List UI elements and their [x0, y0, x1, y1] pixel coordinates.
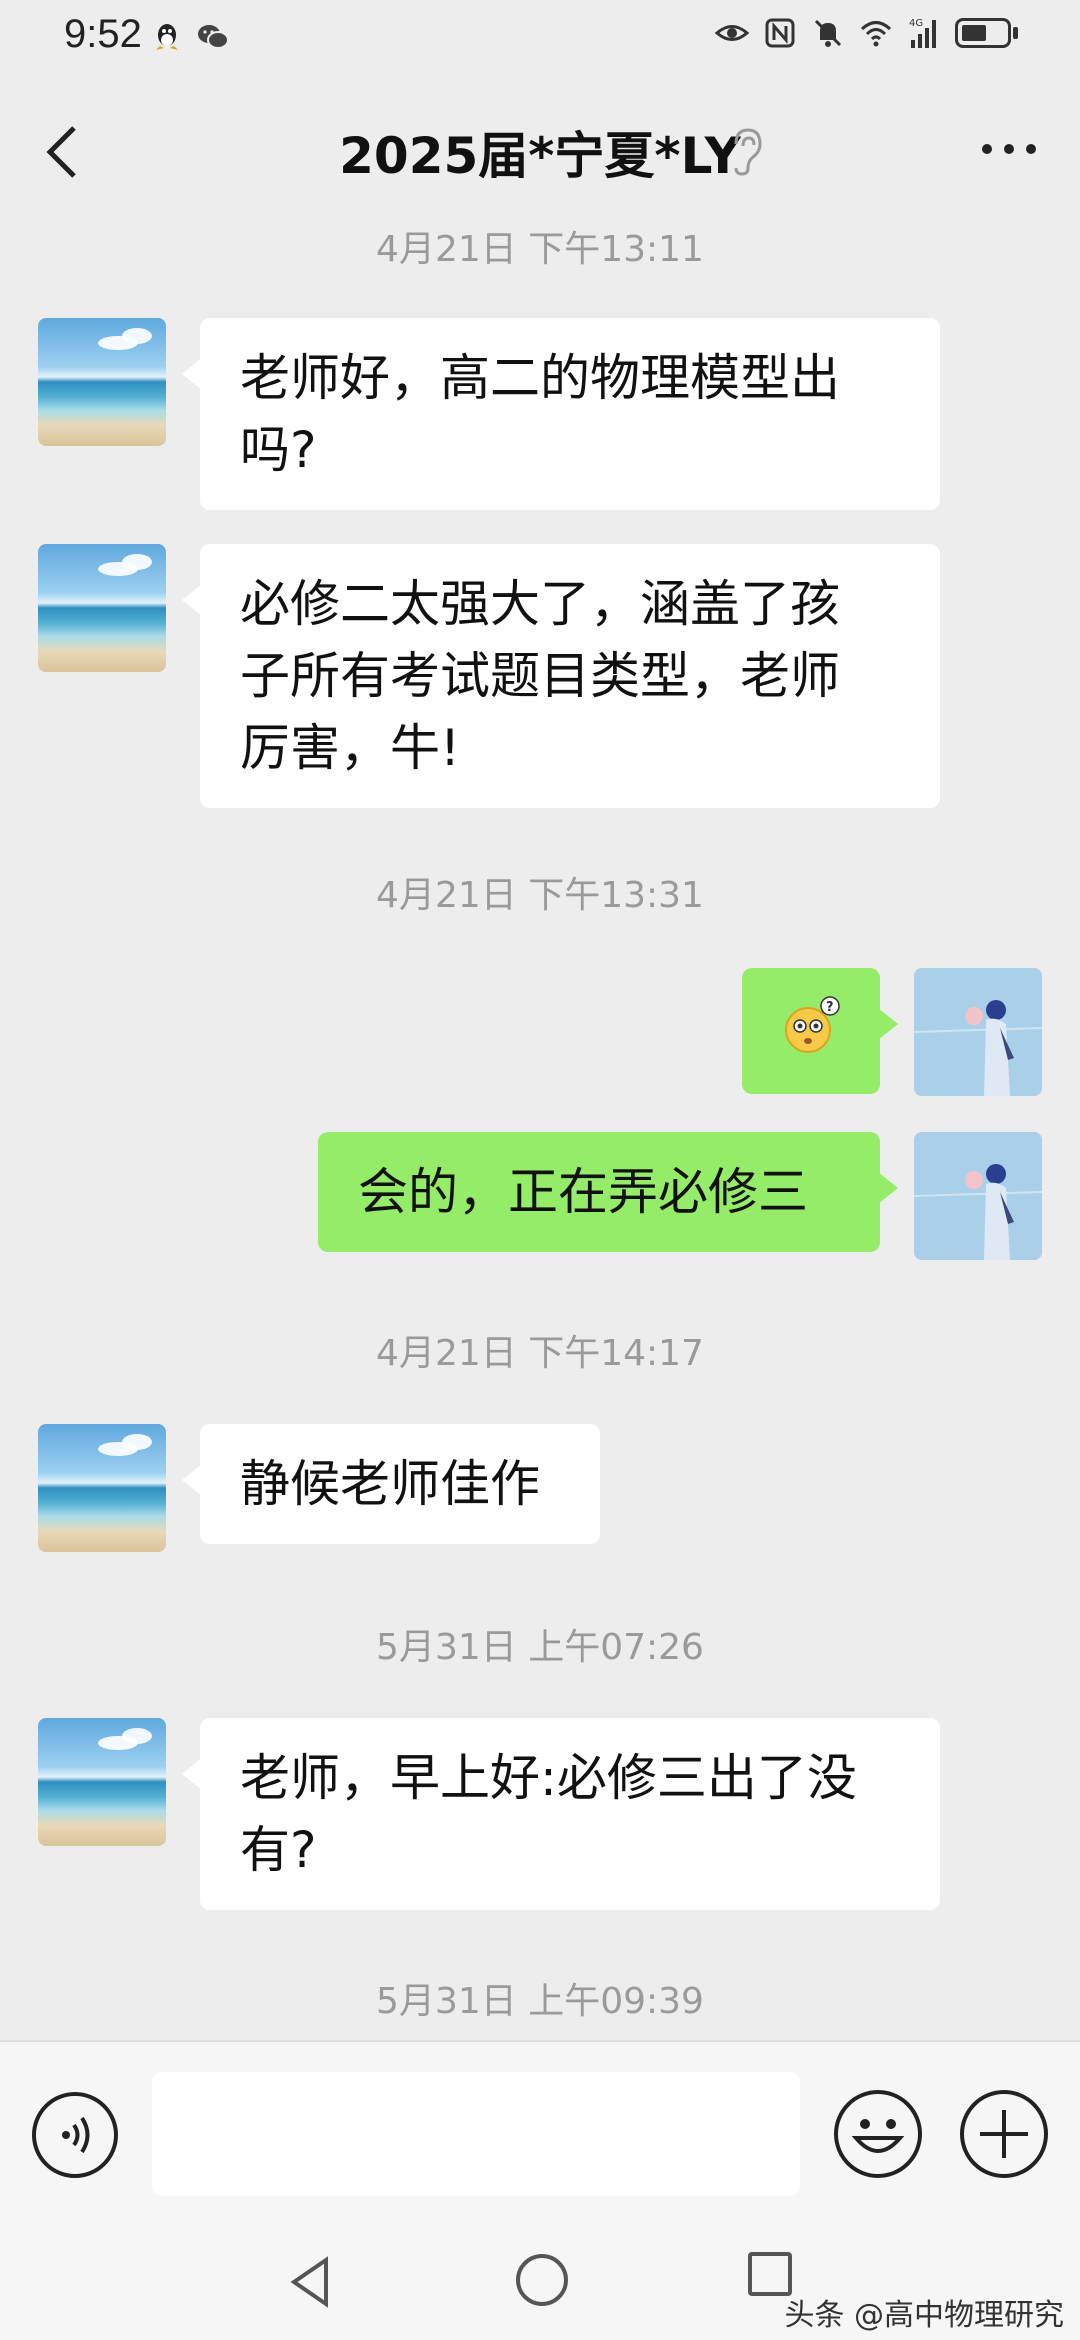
message-bubble-sent[interactable]: ? — [742, 968, 898, 1094]
plus-icon — [980, 2110, 1028, 2158]
more-options-icon[interactable] — [978, 134, 1040, 164]
message-bubble-received[interactable]: 老师，早上好:必修三出了没 有? — [182, 1718, 940, 1910]
smiley-icon — [851, 2119, 905, 2153]
signal-icon: 4G — [909, 18, 936, 48]
message-text: 静候老师佳作 — [240, 1455, 540, 1513]
message-line: 必修二太强大了，涵盖了孩 — [240, 575, 840, 633]
nav-home-icon[interactable] — [516, 2254, 568, 2306]
voice-input-button[interactable] — [32, 2092, 118, 2178]
contact-avatar[interactable] — [38, 1718, 166, 1846]
status-time: 9:52 — [64, 12, 142, 56]
input-bar — [0, 2040, 1080, 2220]
ear-icon — [734, 128, 762, 176]
girl-photo-icon — [914, 968, 1042, 1096]
self-avatar[interactable] — [914, 968, 1042, 1096]
contact-avatar[interactable] — [38, 318, 166, 446]
watermark: 头条 @高中物理研究 — [784, 2298, 1064, 2333]
timestamp: 5月31日 上午09:39 — [376, 1981, 704, 2022]
title-bar: 2025届*宁夏*LY — [0, 72, 1080, 228]
status-left-icons — [150, 20, 230, 54]
chat-area[interactable]: 4月21日 下午13:11 老师好，高二的物理模型出 吗? 必修二太强大了，涵盖… — [0, 228, 1080, 2038]
more-functions-button[interactable] — [960, 2090, 1048, 2178]
message-input[interactable] — [152, 2072, 800, 2196]
message-line: 子所有考试题目类型，老师 — [240, 647, 840, 705]
message-line: 吗? — [240, 421, 317, 479]
message-bubble-received[interactable]: 静候老师佳作 — [182, 1424, 600, 1544]
message-line: 有? — [240, 1821, 317, 1879]
wifi-icon — [860, 21, 892, 47]
chat-title: 2025届*宁夏*LY — [339, 127, 741, 185]
status-right-icons: 4G — [715, 16, 1018, 50]
flushed-emoji-icon: ? — [785, 996, 840, 1053]
mute-bell-icon — [814, 19, 842, 47]
emoji-button[interactable] — [834, 2090, 922, 2178]
girl-photo-icon — [914, 1132, 1042, 1260]
voice-icon — [62, 2116, 90, 2154]
timestamp: 4月21日 下午13:11 — [376, 229, 704, 270]
self-avatar[interactable] — [914, 1132, 1042, 1260]
status-bar: 9:52 4G — [0, 0, 1080, 72]
message-bubble-received[interactable]: 必修二太强大了，涵盖了孩 子所有考试题目类型，老师 厉害，牛! — [182, 544, 940, 808]
svg-text:4G: 4G — [909, 18, 923, 29]
message-line: 老师，早上好:必修三出了没 — [240, 1749, 857, 1807]
qq-icon — [156, 24, 178, 50]
contact-avatar[interactable] — [38, 544, 166, 672]
wechat-icon — [198, 25, 229, 49]
message-bubble-sent[interactable]: 会的，正在弄必修三 — [318, 1132, 898, 1252]
timestamp: 4月21日 下午13:31 — [376, 875, 704, 916]
contact-avatar[interactable] — [38, 1424, 166, 1552]
eye-icon — [715, 25, 749, 41]
message-line: 厉害，牛! — [240, 719, 461, 777]
timestamp: 4月21日 下午14:17 — [376, 1333, 704, 1374]
message-line: 老师好，高二的物理模型出 — [240, 349, 840, 407]
svg-text:?: ? — [826, 1000, 834, 1015]
timestamp: 5月31日 上午07:26 — [376, 1627, 704, 1668]
battery-icon — [955, 18, 1011, 48]
nav-back-icon[interactable] — [286, 2254, 334, 2310]
navigation-bar: 头条 @高中物理研究 — [0, 2220, 1080, 2340]
battery-tip — [1013, 27, 1018, 39]
message-bubble-received[interactable]: 老师好，高二的物理模型出 吗? — [182, 318, 940, 510]
message-text: 会的，正在弄必修三 — [358, 1163, 808, 1221]
nfc-icon — [765, 18, 795, 48]
